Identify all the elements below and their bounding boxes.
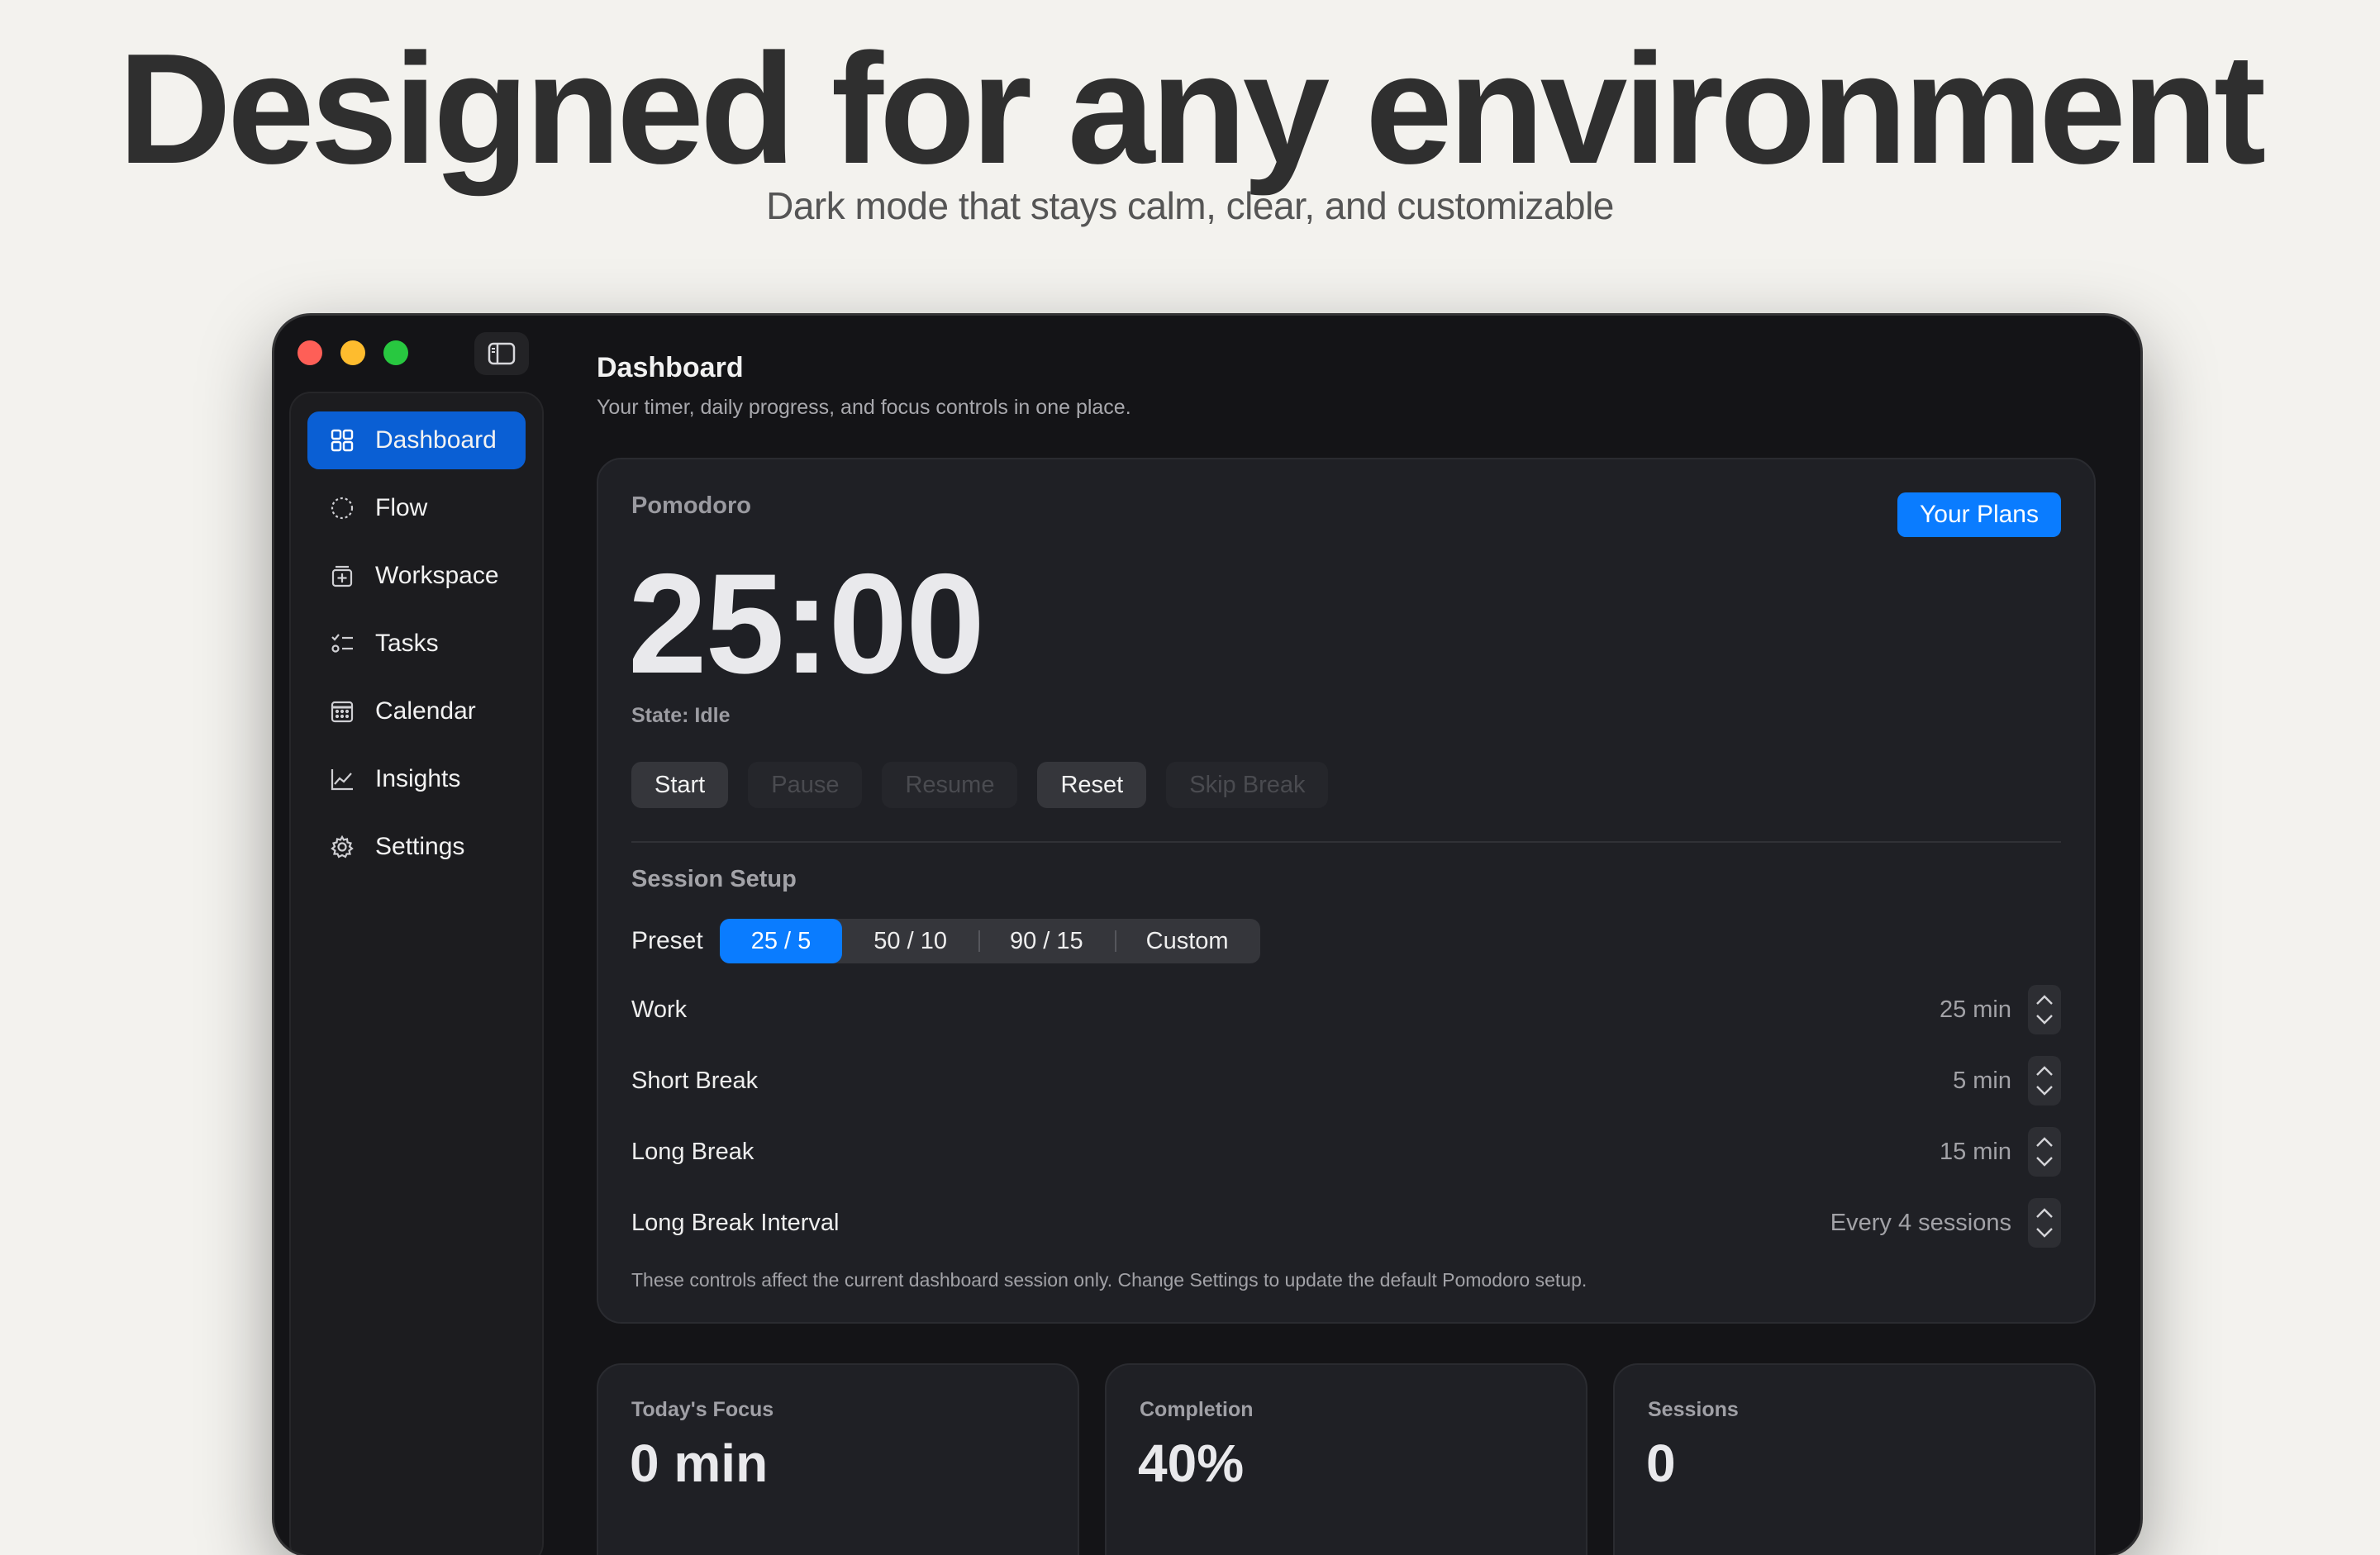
chevron-down-icon[interactable]: [2035, 1014, 2054, 1025]
main-header: Dashboard Your timer, daily progress, an…: [597, 352, 2109, 420]
sidebar-toggle-icon: [488, 342, 516, 365]
preset-option-custom[interactable]: Custom: [1114, 919, 1260, 963]
chevron-down-icon[interactable]: [2035, 1227, 2054, 1239]
setting-label: Work: [631, 996, 688, 1023]
gear-icon: [327, 832, 357, 862]
stat-value: 0: [1646, 1434, 1676, 1493]
timer-state: State: Idle: [631, 704, 731, 727]
close-window-button[interactable]: [298, 340, 322, 365]
long-break-row: Long Break 15 min: [631, 1127, 2061, 1177]
timer-display: 25:00: [628, 544, 985, 703]
sidebar-item-label: Tasks: [375, 630, 439, 657]
preset-label: Preset: [631, 927, 703, 954]
sidebar-item-tasks[interactable]: Tasks: [307, 615, 526, 673]
sidebar-item-calendar[interactable]: Calendar: [307, 682, 526, 740]
sidebar-item-label: Workspace: [375, 562, 499, 589]
start-button[interactable]: Start: [631, 762, 729, 808]
chevron-up-icon[interactable]: [2035, 1065, 2054, 1077]
preset-option-90-15[interactable]: 90 / 15: [978, 919, 1115, 963]
long-break-stepper[interactable]: [2028, 1127, 2061, 1177]
sidebar-item-label: Settings: [375, 833, 465, 860]
checklist-icon: [327, 629, 357, 659]
stat-label: Sessions: [1648, 1398, 1739, 1421]
sidebar-item-workspace[interactable]: Workspace: [307, 547, 526, 605]
dashed-circle-icon: [327, 493, 357, 523]
long-break-interval-stepper[interactable]: [2028, 1198, 2061, 1248]
short-break-stepper[interactable]: [2028, 1056, 2061, 1106]
sidebar: Dashboard Flow Workspace Tasks Calendar …: [289, 392, 544, 1555]
zoom-window-button[interactable]: [383, 340, 408, 365]
sidebar-item-label: Flow: [375, 494, 428, 521]
setting-label: Long Break Interval: [631, 1209, 840, 1236]
long-break-interval-row: Long Break Interval Every 4 sessions: [631, 1198, 2061, 1248]
chevron-down-icon[interactable]: [2035, 1156, 2054, 1167]
timer-controls: Start Pause Resume Reset Skip Break: [631, 762, 1329, 808]
setting-value: 25 min: [1939, 996, 2011, 1023]
chevron-up-icon[interactable]: [2035, 1136, 2054, 1148]
pomodoro-label: Pomodoro: [631, 492, 751, 519]
page-description: Your timer, daily progress, and focus co…: [597, 396, 1131, 419]
setting-value: 5 min: [1953, 1067, 2011, 1094]
divider: [631, 841, 2061, 843]
setting-label: Short Break: [631, 1067, 759, 1094]
skip-break-button[interactable]: Skip Break: [1166, 762, 1329, 808]
minimize-window-button[interactable]: [340, 340, 365, 365]
preset-option-50-10[interactable]: 50 / 10: [842, 919, 978, 963]
reset-button[interactable]: Reset: [1037, 762, 1147, 808]
sidebar-item-insights[interactable]: Insights: [307, 750, 526, 808]
short-break-row: Short Break 5 min: [631, 1056, 2061, 1106]
stat-card-completion: Completion 40%: [1105, 1363, 1587, 1555]
hero-title: Designed for any environment: [117, 21, 2266, 197]
session-note: These controls affect the current dashbo…: [631, 1269, 1587, 1291]
sidebar-item-label: Calendar: [375, 697, 476, 725]
grid-icon: [327, 426, 357, 455]
sidebar-item-dashboard[interactable]: Dashboard: [307, 411, 526, 469]
setting-label: Long Break: [631, 1138, 754, 1165]
preset-row: Preset 25 / 5 50 / 10 90 / 15 Custom: [631, 919, 1260, 963]
chart-line-icon: [327, 764, 357, 794]
add-box-icon: [327, 561, 357, 591]
sidebar-item-settings[interactable]: Settings: [307, 818, 526, 876]
sidebar-item-label: Insights: [375, 765, 461, 792]
pomodoro-card: Pomodoro Your Plans 25:00 State: Idle St…: [597, 458, 2096, 1324]
stat-value: 0 min: [630, 1434, 769, 1493]
your-plans-button[interactable]: Your Plans: [1897, 492, 2061, 537]
stat-label: Today's Focus: [631, 1398, 774, 1421]
resume-button[interactable]: Resume: [882, 762, 1018, 808]
chevron-up-icon[interactable]: [2035, 994, 2054, 1006]
sidebar-item-label: Dashboard: [375, 426, 497, 454]
calendar-icon: [327, 697, 357, 726]
window-controls: [298, 340, 408, 365]
stat-value: 40%: [1138, 1434, 1245, 1493]
work-duration-row: Work 25 min: [631, 985, 2061, 1034]
hero-subtitle: Dark mode that stays calm, clear, and cu…: [766, 184, 1614, 227]
app-window: Dashboard Flow Workspace Tasks Calendar …: [274, 316, 2140, 1555]
page-title: Dashboard: [597, 352, 744, 383]
chevron-up-icon[interactable]: [2035, 1207, 2054, 1219]
sidebar-toggle-button[interactable]: [474, 332, 529, 375]
preset-segmented-control: 25 / 5 50 / 10 90 / 15 Custom: [719, 919, 1260, 963]
session-setup-title: Session Setup: [631, 866, 797, 892]
work-duration-stepper[interactable]: [2028, 985, 2061, 1034]
preset-option-25-5[interactable]: 25 / 5: [719, 919, 843, 963]
sidebar-item-flow[interactable]: Flow: [307, 479, 526, 537]
stat-card-sessions: Sessions 0: [1613, 1363, 2096, 1555]
setting-value: 15 min: [1939, 1138, 2011, 1165]
chevron-down-icon[interactable]: [2035, 1085, 2054, 1096]
stat-label: Completion: [1140, 1398, 1254, 1421]
stat-card-todays-focus: Today's Focus 0 min: [597, 1363, 1079, 1555]
setting-value: Every 4 sessions: [1830, 1209, 2011, 1236]
pause-button[interactable]: Pause: [748, 762, 863, 808]
